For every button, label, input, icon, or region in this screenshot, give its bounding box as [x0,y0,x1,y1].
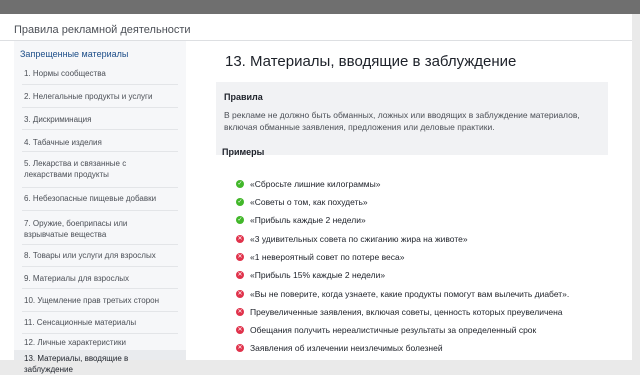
page-header-title: Правила рекламной деятельности [14,24,191,36]
sidebar-item-drugs[interactable]: 5. Лекарства и связанные с лекарствами п… [14,152,186,188]
check-icon: ✓ [236,216,244,224]
examples-heading: Примеры [222,147,265,157]
cross-icon: ✕ [236,344,244,352]
example-text: «Советы о том, как похудеть» [250,197,368,207]
sidebar-item-label: 4. Табачные изделия [24,138,102,147]
example-text: «Прибыль 15% каждые 2 недели» [250,270,386,280]
check-icon: ✓ [236,198,244,206]
sidebar-item-label: 7. Оружие, боеприпасы или взрывчатые вещ… [24,219,128,239]
sidebar-item-personal-attributes[interactable]: 12. Личные характеристики [14,334,186,350]
example-text: Заявления об излечении неизлечимых болез… [250,343,443,353]
sidebar-item-supplements[interactable]: 6. Небезопасные пищевые добавки [14,188,186,211]
rules-panel: Правила В рекламе не должно быть обманны… [216,82,608,155]
sidebar-item-weapons[interactable]: 7. Оружие, боеприпасы или взрывчатые вещ… [14,211,186,245]
cross-icon: ✕ [236,271,244,279]
sidebar-item-label: 9. Материалы для взрослых [24,274,129,283]
sidebar-heading[interactable]: Запрещенные материалы [20,49,128,59]
cross-icon: ✕ [236,326,244,334]
example-text: «3 удивительных совета по сжиганию жира … [250,234,468,244]
sidebar-item-label: 12. Личные характеристики [24,338,126,347]
sidebar-item-label: 1. Нормы сообщества [24,69,106,78]
sidebar-item-label: 2. Нелегальные продукты и услуги [24,92,153,101]
rules-text: В рекламе не должно быть обманных, ложны… [224,110,580,132]
example-text: «Вы не поверите, когда узнаете, какие пр… [250,289,570,299]
sidebar-item-label: 6. Небезопасные пищевые добавки [24,194,157,203]
sidebar-item-sensational[interactable]: 11. Сенсационные материалы [14,312,186,334]
cross-icon: ✕ [236,235,244,243]
sidebar-item-third-party-rights[interactable]: 10. Ущемление прав третьих сторон [14,289,186,312]
sidebar-item-label: 3. Дискриминация [24,115,92,124]
example-text: Обещания получить нереалистичные результ… [250,325,537,335]
page-title: 13. Материалы, вводящие в заблуждение [225,53,517,70]
sidebar-item-label: 13. Материалы, вводящие в заблуждение [24,354,129,374]
sidebar-item-adult-products[interactable]: 8. Товары или услуги для взрослых [14,245,186,267]
rules-heading: Правила [224,92,263,102]
example-text: «Прибыль каждые 2 недели» [250,215,366,225]
sidebar: Запрещенные материалы 1. Нормы сообществ… [14,41,186,374]
browser-top-bar [0,0,640,14]
sidebar-item-label: 10. Ущемление прав третьих сторон [24,296,160,305]
sidebar-item-discrimination[interactable]: 3. Дискриминация [14,108,186,130]
cross-icon: ✕ [236,308,244,316]
sidebar-item-label: 8. Товары или услуги для взрослых [24,251,156,260]
check-icon: ✓ [236,180,244,188]
cross-icon: ✕ [236,253,244,261]
cross-icon: ✕ [236,290,244,298]
sidebar-item-tobacco[interactable]: 4. Табачные изделия [14,130,186,152]
sidebar-item-label: 11. Сенсационные материалы [24,318,137,327]
sidebar-item-adult-content[interactable]: 9. Материалы для взрослых [14,267,186,289]
sidebar-item-community-standards[interactable]: 1. Нормы сообщества [14,63,186,85]
example-text: «Сбросьте лишние килограммы» [250,179,381,189]
sidebar-item-misleading[interactable]: 13. Материалы, вводящие в заблуждение [14,350,186,374]
example-text: Преувеличенные заявления, включая советы… [250,307,563,317]
example-text: «1 невероятный совет по потере веса» [250,252,405,262]
sidebar-item-illegal-products[interactable]: 2. Нелегальные продукты и услуги [14,85,186,108]
sidebar-item-label: 5. Лекарства и связанные с лекарствами п… [24,159,127,179]
